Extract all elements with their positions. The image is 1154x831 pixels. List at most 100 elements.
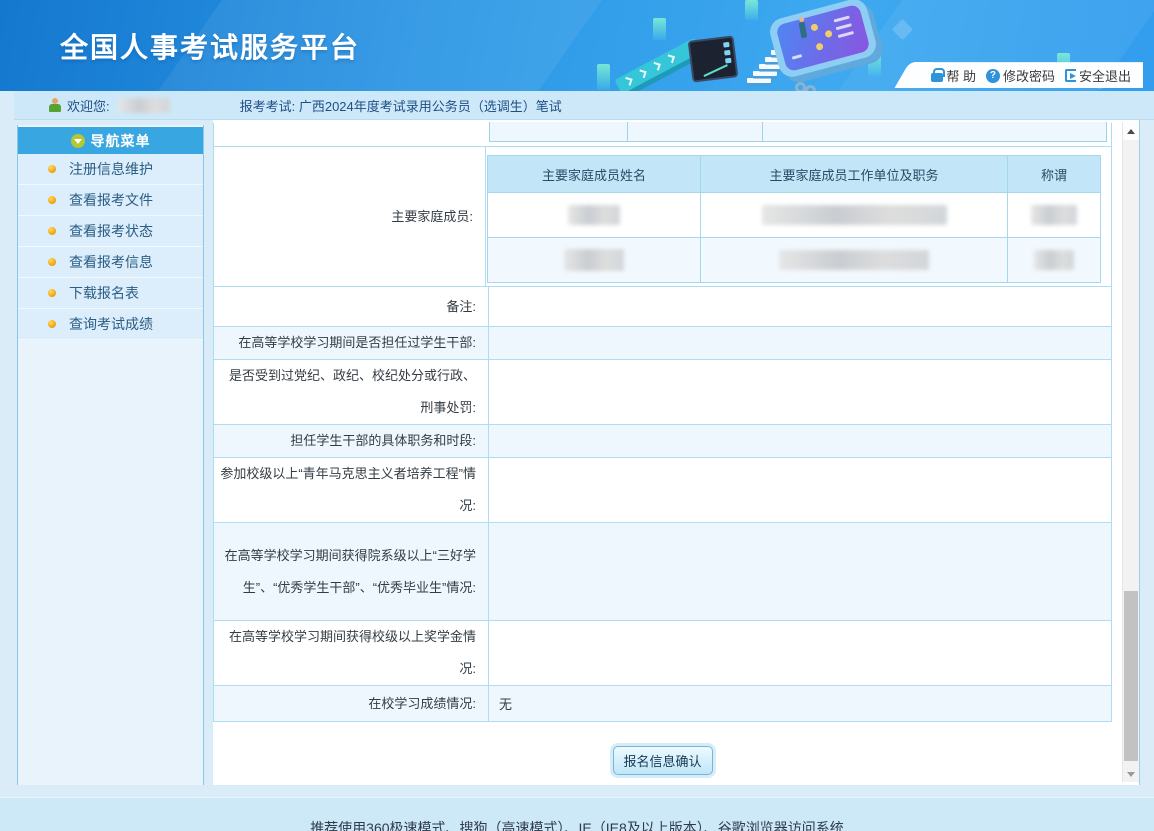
table-row: 在高等学校学习期间是否担任过学生干部: xyxy=(214,327,1111,360)
scroll-down-arrow[interactable] xyxy=(1123,766,1139,782)
unit-redacted xyxy=(779,250,929,270)
field-label: 在校学习成绩情况: xyxy=(214,686,489,721)
main-content: 主要家庭成员: 主要家庭成员姓名 主要家庭成员工作单位及职务 称谓 xyxy=(213,120,1140,785)
exit-icon xyxy=(1065,69,1076,82)
stairs-shape xyxy=(747,78,771,83)
sidebar: 导航菜单 注册信息维护 查看报考文件 查看报考状态 查看报考信息 下载报名表 查… xyxy=(17,125,204,785)
logout-label: 安全退出 xyxy=(1079,66,1131,85)
field-value xyxy=(489,458,1111,522)
field-label: 担任学生干部的具体职务和时段: xyxy=(214,425,489,457)
family-table-row xyxy=(488,193,1101,238)
page-footer: 推荐使用360极速模式、搜狗（高速模式）、IE（IE8及以上版本）、谷歌浏览器访… xyxy=(0,797,1154,831)
monitor-icon xyxy=(688,35,739,82)
lock-icon xyxy=(931,73,943,82)
field-value: 无 xyxy=(489,686,1111,721)
family-table-row xyxy=(488,238,1101,283)
scroll-up-arrow[interactable] xyxy=(1123,122,1139,140)
cube-shape xyxy=(842,0,863,20)
column-header: 主要家庭成员工作单位及职务 xyxy=(701,156,1008,193)
relation-redacted xyxy=(1031,205,1077,225)
scrollbar-thumb[interactable] xyxy=(1124,591,1138,761)
change-password-label: 修改密码 xyxy=(1003,66,1055,85)
pillar-shape xyxy=(745,0,758,20)
chevron-down-icon xyxy=(71,134,85,148)
relation-redacted xyxy=(1034,250,1074,270)
table-row: 在校学习成绩情况: 无 xyxy=(214,686,1111,722)
pillar-shape xyxy=(653,18,666,40)
sidebar-item-label: 下载报名表 xyxy=(69,283,139,303)
field-label: 在高等学校学习期间获得校级以上奖学金情况: xyxy=(214,621,489,685)
sidebar-item-exam-scores[interactable]: 查询考试成绩 xyxy=(18,309,203,340)
field-value xyxy=(489,327,1111,359)
greeting-label: 欢迎您: xyxy=(67,96,110,115)
table-row: 是否受到过党纪、政纪、校纪处分或行政、刑事处罚: xyxy=(214,360,1111,425)
page: 全国人事考试服务平台 帮 助 ? 修改密码 安全退出 欢迎您: 报考考试: 广西… xyxy=(0,0,1154,831)
conveyor-shape xyxy=(615,38,702,91)
table-row-family: 主要家庭成员: 主要家庭成员姓名 主要家庭成员工作单位及职务 称谓 xyxy=(214,147,1111,287)
welcome-bar: 欢迎您: 报考考试: 广西2024年度考试录用公务员（选调生）笔试 xyxy=(14,91,1154,120)
family-members-table: 主要家庭成员姓名 主要家庭成员工作单位及职务 称谓 xyxy=(487,155,1101,283)
stairs-shape xyxy=(765,57,789,62)
sidebar-item-label: 查看报考状态 xyxy=(69,221,153,241)
bullet-icon xyxy=(48,289,56,297)
table-row: 备注: xyxy=(214,287,1111,327)
sidebar-item-exam-status[interactable]: 查看报考状态 xyxy=(18,216,203,247)
stairs-shape xyxy=(759,64,783,69)
sidebar-item-label: 查看报考文件 xyxy=(69,190,153,210)
application-form-table: 主要家庭成员: 主要家庭成员姓名 主要家庭成员工作单位及职务 称谓 xyxy=(213,123,1112,722)
field-value xyxy=(489,425,1111,457)
field-value xyxy=(489,287,1111,326)
inner-cell xyxy=(627,122,763,142)
sidebar-item-label: 注册信息维护 xyxy=(69,159,153,179)
table-row: 在高等学校学习期间获得院系级以上“三好学生”、“优秀学生干部”、“优秀毕业生”情… xyxy=(214,523,1111,621)
sidebar-item-label: 查询考试成绩 xyxy=(69,314,153,334)
field-label: 主要家庭成员: xyxy=(214,147,486,286)
sidebar-item-exam-files[interactable]: 查看报考文件 xyxy=(18,185,203,216)
question-icon: ? xyxy=(986,69,1000,83)
confirm-registration-button[interactable]: 报名信息确认 xyxy=(613,746,713,775)
field-label: 备注: xyxy=(214,287,489,326)
field-label: 参加校级以上“青年马克思主义者培养工程”情况: xyxy=(214,458,489,522)
sidebar-item-download-form[interactable]: 下载报名表 xyxy=(18,278,203,309)
chain-link-shape xyxy=(795,82,806,91)
table-row-partial xyxy=(214,123,1111,147)
table-row: 在高等学校学习期间获得校级以上奖学金情况: xyxy=(214,621,1111,686)
field-value xyxy=(489,523,1111,620)
table-row: 参加校级以上“青年马克思主义者培养工程”情况: xyxy=(214,458,1111,523)
username-redacted xyxy=(118,98,170,113)
sidebar-item-exam-info[interactable]: 查看报考信息 xyxy=(18,247,203,278)
user-avatar-icon xyxy=(48,98,62,113)
family-table-header-row: 主要家庭成员姓名 主要家庭成员工作单位及职务 称谓 xyxy=(488,156,1101,193)
change-password-link[interactable]: ? 修改密码 xyxy=(986,66,1055,85)
stairs-shape xyxy=(753,71,777,76)
help-link[interactable]: 帮 助 xyxy=(931,66,976,85)
stairs-shape xyxy=(777,43,801,48)
utility-bar: 帮 助 ? 修改密码 安全退出 xyxy=(911,62,1143,88)
bullet-icon xyxy=(48,165,56,173)
sidebar-item-register-info[interactable]: 注册信息维护 xyxy=(18,154,203,185)
stairs-shape xyxy=(771,50,795,55)
exam-label: 报考考试: 广西2024年度考试录用公务员（选调生）笔试 xyxy=(240,96,562,115)
nav-menu-title: 导航菜单 xyxy=(91,131,151,151)
field-value xyxy=(489,360,1111,424)
name-redacted xyxy=(564,249,624,271)
site-title: 全国人事考试服务平台 xyxy=(60,26,360,66)
pillar-shape xyxy=(597,64,610,90)
logout-link[interactable]: 安全退出 xyxy=(1065,66,1131,85)
column-header: 称谓 xyxy=(1008,156,1101,193)
field-value xyxy=(489,621,1111,685)
person-illustration xyxy=(799,22,808,39)
inner-cell xyxy=(762,122,1107,142)
bullet-icon xyxy=(48,227,56,235)
unit-redacted xyxy=(762,205,947,225)
column-header: 主要家庭成员姓名 xyxy=(488,156,701,193)
button-row: 报名信息确认 xyxy=(213,746,1112,775)
browser-recommendation: 推荐使用360极速模式、搜狗（高速模式）、IE（IE8及以上版本）、谷歌浏览器访… xyxy=(0,819,1154,831)
field-label: 是否受到过党纪、政纪、校纪处分或行政、刑事处罚: xyxy=(214,360,489,424)
name-redacted xyxy=(568,205,620,225)
field-label: 在高等学校学习期间是否担任过学生干部: xyxy=(214,327,489,359)
vertical-scrollbar[interactable] xyxy=(1122,122,1139,782)
table-row: 担任学生干部的具体职务和时段: xyxy=(214,425,1111,458)
sidebar-item-label: 查看报考信息 xyxy=(69,252,153,272)
partial-inner-table xyxy=(489,122,1106,142)
